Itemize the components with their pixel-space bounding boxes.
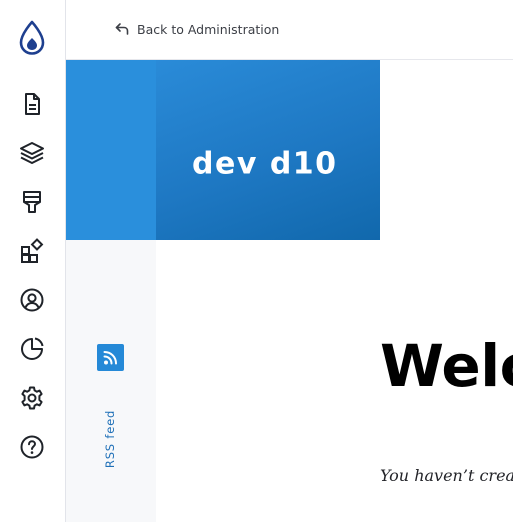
admin-toolbar [0, 0, 66, 522]
paintbrush-icon [23, 191, 41, 213]
rss-feed-button[interactable] [97, 344, 124, 371]
toolbar-item-reports[interactable] [19, 336, 45, 362]
gear-icon [21, 386, 43, 410]
social-bar: RSS feed [66, 240, 156, 522]
puzzle-icon [21, 238, 44, 263]
site-header: dev d10 [66, 60, 380, 240]
back-to-administration-link[interactable]: Back to Administration [114, 19, 279, 39]
toolbar-item-people[interactable] [19, 287, 45, 313]
user-circle-icon [20, 288, 44, 312]
empty-content-message: You haven’t crea [380, 466, 513, 485]
rss-feed-label[interactable]: RSS feed [103, 410, 117, 468]
toolbar-item-appearance[interactable] [19, 189, 45, 215]
site-branding: dev d10 [156, 60, 380, 240]
file-icon [25, 93, 40, 115]
toolbar-item-structure[interactable] [19, 140, 45, 166]
welcome-heading: Welco [380, 332, 513, 400]
main-content: Welco You haven’t crea [156, 240, 513, 522]
pie-chart-icon [21, 337, 44, 360]
back-link-label: Back to Administration [137, 21, 280, 37]
toolbar-item-content[interactable] [19, 91, 45, 117]
toolbar-item-extend[interactable] [19, 238, 45, 264]
rss-icon [103, 351, 117, 365]
admin-topbar: Back to Administration [66, 0, 513, 60]
toolbar-item-help[interactable] [19, 434, 45, 460]
layers-icon [20, 142, 44, 164]
help-circle-icon [20, 435, 44, 459]
return-arrow-icon [115, 23, 129, 35]
site-name-link[interactable]: dev d10 [192, 147, 338, 182]
drupal-drop-icon[interactable] [17, 20, 47, 56]
toolbar-item-configuration[interactable] [19, 385, 45, 411]
header-left-block [66, 60, 156, 240]
